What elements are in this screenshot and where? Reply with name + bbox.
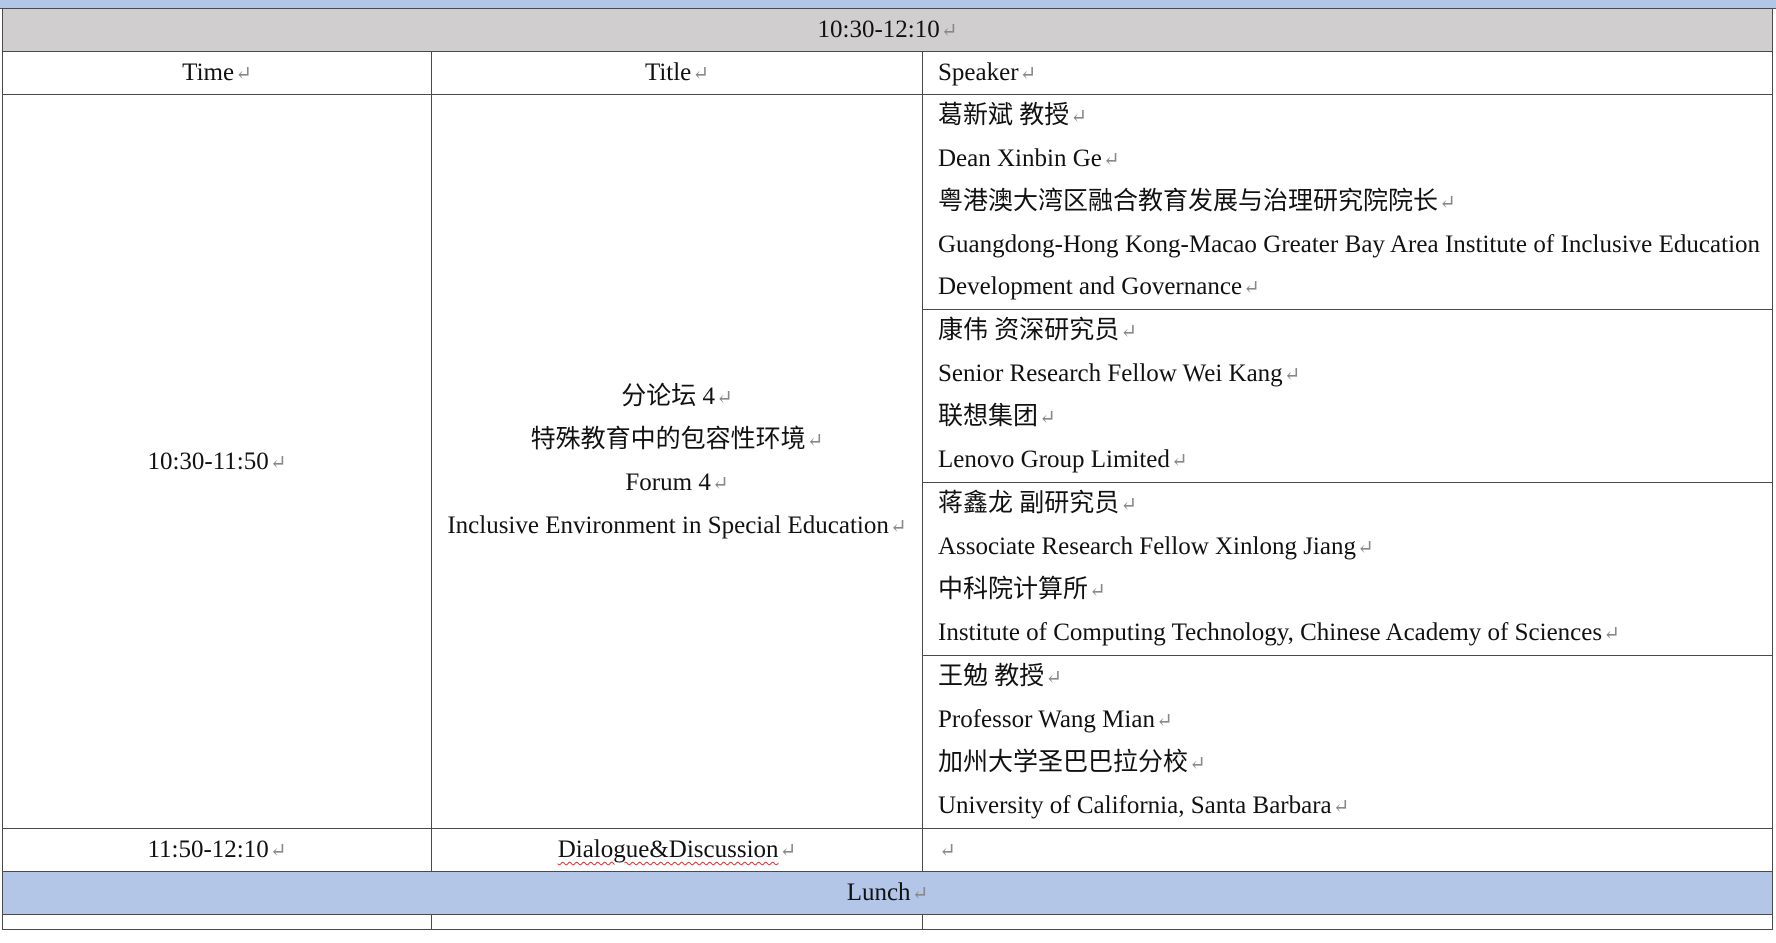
paragraph-mark-icon [1603,623,1620,645]
paragraph-mark-icon [1284,364,1301,386]
paragraph-mark-icon [1070,106,1087,128]
paragraph-mark-icon [1103,149,1120,171]
dialogue-title-cell: Dialogue&Discussion [431,828,923,872]
paragraph-mark-icon [1357,537,1374,559]
speaker-cell: 康伟 资深研究员 Senior Research Fellow Wei Kang… [921,309,1774,483]
paragraph-mark-icon [912,883,929,905]
next-row-cell [431,914,923,930]
header-row: Time Title Speaker [2,51,1774,95]
paragraph-mark-icon [1333,796,1350,818]
schedule-table: 10:30-12:10 Time Title Speaker 10:30-11:… [1,8,1774,930]
session-band-row: 10:30-12:10 [1,8,1774,52]
header-speaker: Speaker [921,51,1774,95]
header-title: Title [431,51,923,95]
forum-time-cell: 10:30-11:50 [2,94,432,829]
session-time-band: 10:30-12:10 [1,8,1774,52]
paragraph-mark-icon [890,516,907,538]
forum-row-speaker-1: 10:30-11:50 分论坛 4 特殊教育中的包容性环境 Forum 4 In… [2,94,1774,829]
paragraph-mark-icon [692,63,709,85]
paragraph-mark-icon [1171,450,1188,472]
dialogue-time-cell: 11:50-12:10 [2,828,432,872]
paragraph-mark-icon [712,473,729,495]
next-row-partial [2,914,1774,930]
next-row-cell [2,914,432,930]
dialogue-row: 11:50-12:10 Dialogue&Discussion [2,828,1774,872]
dialogue-speaker-cell [921,828,1774,872]
paragraph-mark-icon [1120,494,1137,516]
paragraph-mark-icon [1189,753,1206,775]
paragraph-mark-icon [270,452,287,474]
lunch-band: Lunch [1,871,1774,915]
paragraph-mark-icon [939,840,956,862]
paragraph-mark-icon [941,20,958,42]
paragraph-mark-icon [1156,710,1173,732]
paragraph-mark-icon [780,840,797,862]
paragraph-mark-icon [807,430,824,452]
paragraph-mark-icon [1020,63,1037,85]
speaker-cell: 蒋鑫龙 副研究员 Associate Research Fellow Xinlo… [921,482,1774,656]
lunch-band-row: Lunch [1,871,1774,915]
header-time: Time [2,51,432,95]
document-page: 10:30-12:10 Time Title Speaker 10:30-11:… [0,0,1776,943]
paragraph-mark-icon [1039,407,1056,429]
paragraph-mark-icon [270,840,287,862]
paragraph-mark-icon [1120,321,1137,343]
paragraph-mark-icon [1439,192,1456,214]
next-row-cell [921,914,1774,930]
paragraph-mark-icon [716,387,733,409]
speaker-cell: 王勉 教授 Professor Wang Mian 加州大学圣巴巴拉分校 Uni… [921,655,1774,829]
forum-title-cell: 分论坛 4 特殊教育中的包容性环境 Forum 4 Inclusive Envi… [431,94,923,829]
paragraph-mark-icon [1243,277,1260,299]
speaker-cell: 葛新斌 教授 Dean Xinbin Ge 粤港澳大湾区融合教育发展与治理研究院… [921,94,1774,310]
paragraph-mark-icon [235,63,252,85]
paragraph-mark-icon [1089,580,1106,602]
paragraph-mark-icon [1045,667,1062,689]
